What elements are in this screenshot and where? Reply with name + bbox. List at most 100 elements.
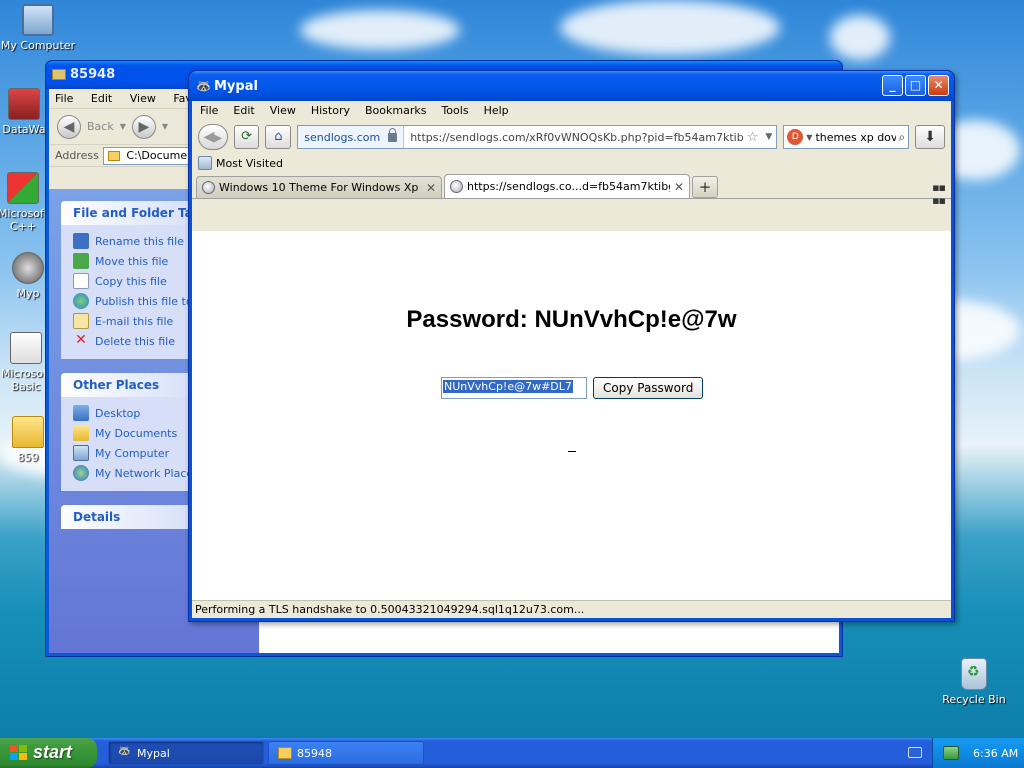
tab-list-icon[interactable]: ▪▪ ▪▪ [932, 181, 946, 207]
most-visited-folder[interactable]: Most Visited [216, 157, 283, 170]
globe-icon [73, 293, 89, 309]
menu-file[interactable]: File [55, 92, 73, 105]
site-identity-label: sendlogs.com [304, 130, 381, 144]
tab-sendlogs[interactable]: https://sendlogs.co...d=fb54am7ktibg60a1… [444, 174, 690, 198]
taskbar-button-mypal[interactable]: 🦝 Mypal [108, 741, 264, 765]
menu-view[interactable]: View [270, 104, 296, 118]
lock-icon [388, 127, 398, 142]
email-icon [73, 313, 89, 329]
task-label: Copy this file [95, 274, 167, 288]
plus-icon: + [698, 178, 712, 196]
rename-icon [73, 233, 89, 249]
navigation-toolbar: ◀▶ ⟳ ⌂ sendlogs.com https://sendlogs.com… [192, 121, 951, 153]
status-text: Performing a TLS handshake to 0.50043321… [195, 603, 585, 616]
menu-tools[interactable]: Tools [441, 104, 468, 118]
home-button[interactable]: ⌂ [265, 125, 292, 149]
desktop-icon-label: My Computer [0, 39, 76, 52]
network-icon [73, 465, 89, 481]
url-text[interactable]: https://sendlogs.com/xRf0vWNOQsKb.php?pi… [404, 131, 744, 144]
task-label: Rename this file [95, 234, 184, 248]
password-field[interactable]: NUnVvhCp!e@7w#DL7 [441, 377, 587, 399]
explorer-title: 85948 [70, 67, 116, 82]
back-arrow-icon: ◀ [203, 129, 215, 145]
download-arrow-icon: ⬇ [924, 129, 936, 145]
place-label: My Documents [95, 426, 178, 440]
back-arrow-icon[interactable]: ◀ [57, 114, 81, 139]
browser-menubar: File Edit View History Bookmarks Tools H… [192, 101, 951, 121]
place-label: Desktop [95, 406, 141, 420]
menu-bookmarks[interactable]: Bookmarks [365, 104, 426, 118]
taskbar-button-label: 85948 [297, 747, 332, 760]
folder-icon [278, 747, 292, 759]
back-label[interactable]: Back [87, 120, 114, 133]
new-tab-button[interactable]: + [692, 176, 718, 198]
place-label: My Computer [95, 446, 170, 460]
system-tray: 6:36 AM [932, 738, 1024, 768]
status-bar: Performing a TLS handshake to 0.50043321… [192, 600, 951, 618]
chevron-down-icon[interactable]: ▼ [761, 132, 776, 142]
browser-window[interactable]: 🦝 Mypal _ □ ✕ File Edit View History Boo… [188, 70, 955, 622]
task-label: Delete this file [95, 334, 175, 348]
globe-icon [202, 181, 215, 194]
forward-arrow-icon[interactable]: ▶ [131, 114, 156, 139]
mypal-raccoon-icon: 🦝 [196, 79, 211, 93]
downloads-button[interactable]: ⬇ [915, 125, 945, 149]
chevron-down-icon[interactable]: ▼ [120, 122, 126, 131]
folder-icon [107, 150, 120, 161]
globe-icon [450, 180, 463, 193]
reload-icon: ⟳ [241, 129, 253, 144]
close-tab-icon[interactable]: ✕ [674, 180, 684, 194]
my-documents-icon [73, 425, 89, 441]
tab-strip: Windows 10 Theme For Windows Xp Free... … [192, 173, 951, 207]
desktop-icon-recycle-bin[interactable]: Recycle Bin [936, 658, 1012, 706]
copy-password-button[interactable]: Copy Password [593, 377, 704, 399]
app-icon [7, 172, 39, 204]
reload-button[interactable]: ⟳ [233, 125, 260, 149]
folder-icon [52, 69, 66, 80]
minimize-button[interactable]: _ [882, 75, 903, 96]
place-label: My Network Places [95, 466, 199, 480]
tab-title: Windows 10 Theme For Windows Xp Free... [219, 181, 422, 194]
desktop-icon [73, 405, 89, 421]
url-bar[interactable]: sendlogs.com https://sendlogs.com/xRf0vW… [297, 125, 778, 149]
tab-windows10-theme[interactable]: Windows 10 Theme For Windows Xp Free... … [196, 176, 442, 198]
search-icon[interactable]: ⌕ [899, 130, 906, 145]
menu-edit[interactable]: Edit [91, 92, 112, 105]
home-icon: ⌂ [274, 129, 283, 144]
desktop-icon-label: Recycle Bin [942, 693, 1006, 706]
chevron-down-icon[interactable]: ▼ [806, 133, 812, 142]
search-bar[interactable]: D ▼ themes xp dov ⌕ [783, 125, 910, 149]
copy-icon [73, 273, 89, 289]
close-button[interactable]: ✕ [928, 75, 949, 96]
folder-icon [12, 416, 44, 448]
clock[interactable]: 6:36 AM [973, 747, 1018, 760]
raccoon-icon [12, 252, 44, 284]
site-identity-button[interactable]: sendlogs.com [298, 126, 405, 148]
chevron-down-icon[interactable]: ▼ [162, 122, 168, 131]
bookmarks-toolbar: Most Visited [192, 153, 951, 173]
desktop-icon-my-computer[interactable]: My Computer [0, 4, 76, 52]
mypal-raccoon-icon: 🦝 [118, 746, 131, 757]
shortcut-icon [8, 88, 40, 120]
move-icon [73, 253, 89, 269]
app-icon [10, 332, 42, 364]
start-label: start [33, 742, 73, 762]
duckduckgo-icon[interactable]: D [787, 129, 804, 145]
menu-file[interactable]: File [200, 104, 218, 118]
menu-edit[interactable]: Edit [233, 104, 254, 118]
menu-history[interactable]: History [311, 104, 350, 118]
maximize-button[interactable]: □ [905, 75, 926, 96]
close-tab-icon[interactable]: ✕ [426, 181, 436, 195]
back-forward-button[interactable]: ◀▶ [198, 124, 228, 150]
menu-help[interactable]: Help [484, 104, 509, 118]
search-input[interactable]: themes xp dov [815, 131, 895, 144]
taskbar-button-85948[interactable]: 85948 [268, 741, 424, 765]
menu-view[interactable]: View [130, 92, 156, 105]
browser-titlebar[interactable]: 🦝 Mypal _ □ ✕ [189, 71, 954, 101]
keyboard-icon[interactable] [908, 747, 922, 758]
page-content[interactable]: Password: NUnVvhCp!e@7w NUnVvhCp!e@7w#DL… [192, 231, 951, 600]
start-button[interactable]: start [0, 738, 97, 768]
bookmark-star-icon[interactable]: ☆ [744, 130, 762, 145]
task-label: E-mail this file [95, 314, 174, 328]
network-icon[interactable] [943, 746, 959, 760]
